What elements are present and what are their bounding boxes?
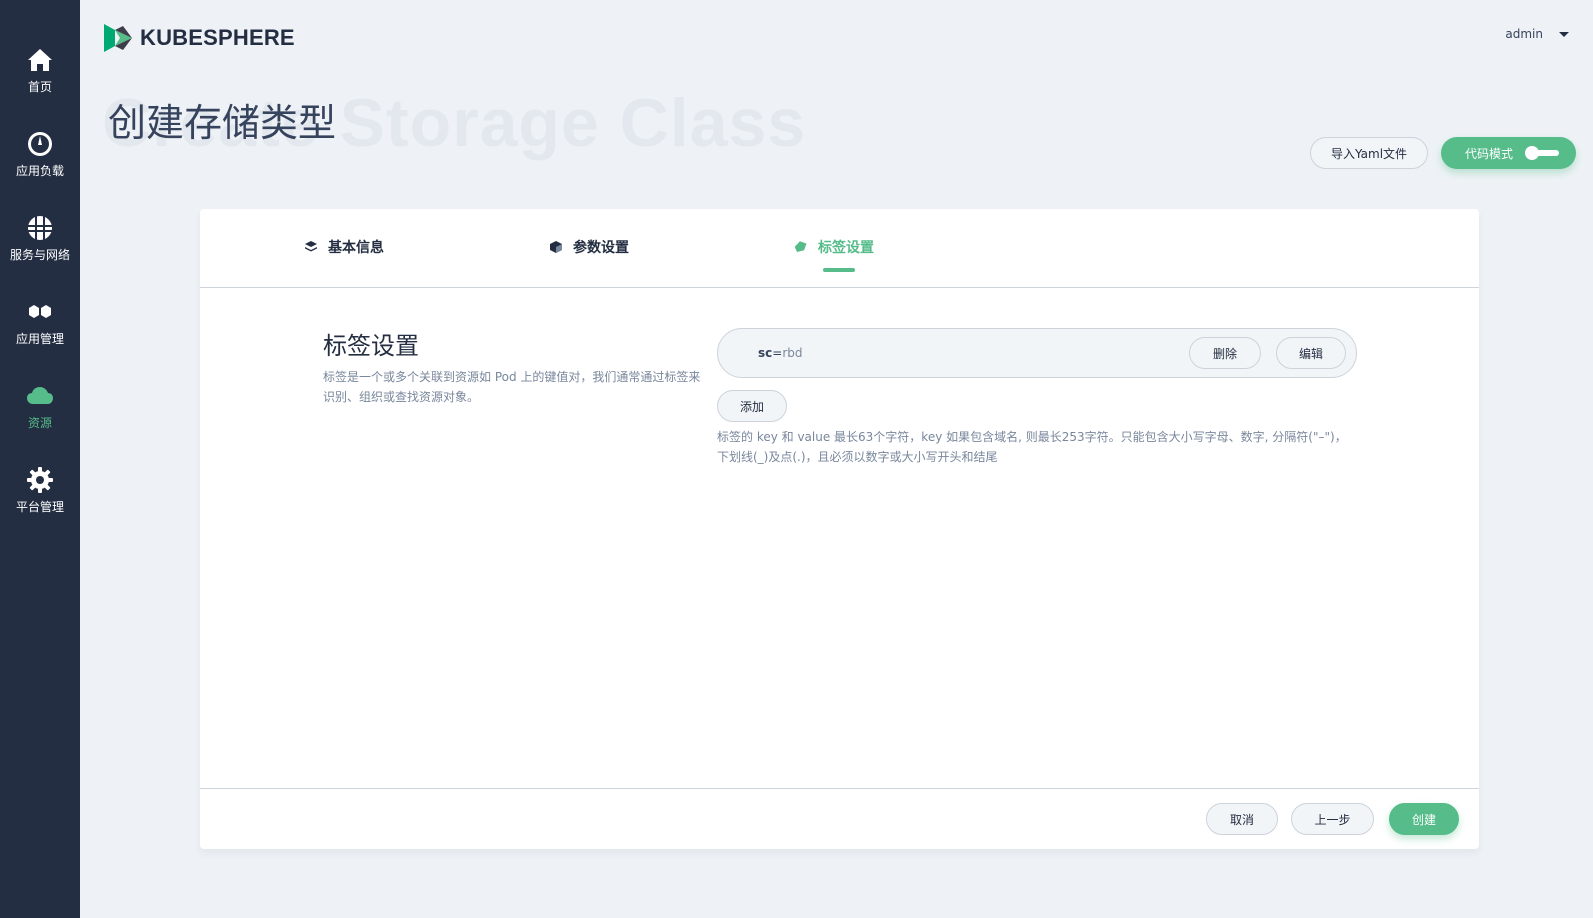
cancel-button[interactable]: 取消 bbox=[1206, 803, 1278, 835]
nav-resources[interactable]: 资源 bbox=[0, 382, 80, 452]
create-form-card: 基本信息 参数设置 标签设置 标签设置 标签是一个或多个关联到资源如 Pod 上… bbox=[200, 209, 1479, 849]
label-value: rbd bbox=[782, 346, 803, 360]
hexagons-icon bbox=[29, 305, 51, 318]
page-title: 创建存储类型 bbox=[108, 101, 337, 145]
nav-services-network[interactable]: 服务与网络 bbox=[0, 214, 80, 284]
section-description: 标签是一个或多个关联到资源如 Pod 上的键值对，我们通常通过标签来识别、组织或… bbox=[323, 370, 701, 404]
label-hint: 标签的 key 和 value 最长63个字符，key 如果包含域名, 则最长2… bbox=[717, 430, 1347, 464]
step-tabs: 基本信息 参数设置 标签设置 bbox=[200, 209, 1479, 288]
layers-icon bbox=[305, 241, 317, 252]
network-globe-icon bbox=[28, 216, 52, 240]
nav-home-label: 首页 bbox=[27, 80, 52, 94]
form-footer: 取消 上一步 创建 bbox=[200, 788, 1479, 849]
logo-text: KUBESPHERE bbox=[140, 25, 295, 50]
tab-parameters-label: 参数设置 bbox=[573, 240, 629, 256]
section-title: 标签设置 bbox=[323, 332, 419, 360]
create-button[interactable]: 创建 bbox=[1389, 803, 1459, 835]
toggle-switch-icon bbox=[1525, 146, 1559, 160]
nav-app-management[interactable]: 应用管理 bbox=[0, 298, 80, 368]
kubesphere-logo-icon bbox=[104, 24, 132, 52]
home-icon bbox=[28, 49, 52, 71]
sidebar: 首页 应用负载 服务与网络 应用管理 资源 平台管理 bbox=[0, 0, 80, 918]
user-menu[interactable]: admin bbox=[1505, 27, 1569, 41]
tab-basic-info-label: 基本信息 bbox=[328, 240, 384, 256]
tab-labels[interactable]: 标签设置 bbox=[794, 237, 874, 257]
cloud-icon bbox=[27, 387, 53, 404]
add-label-button[interactable]: 添加 bbox=[717, 390, 787, 422]
gear-icon bbox=[27, 467, 53, 493]
previous-step-button[interactable]: 上一步 bbox=[1291, 803, 1374, 835]
nav-app-workloads-label: 应用负载 bbox=[15, 164, 64, 178]
active-tab-indicator bbox=[823, 268, 855, 272]
tab-labels-label: 标签设置 bbox=[818, 240, 874, 256]
user-name: admin bbox=[1505, 27, 1543, 41]
tab-basic-info[interactable]: 基本信息 bbox=[304, 237, 384, 257]
nav-platform-management-label: 平台管理 bbox=[15, 500, 64, 514]
cube-icon bbox=[550, 241, 562, 253]
label-key: sc bbox=[758, 346, 773, 360]
nav-home[interactable]: 首页 bbox=[0, 46, 80, 116]
label-item: sc=rbd 删除 编辑 bbox=[717, 328, 1357, 378]
kubesphere-logo[interactable]: KUBESPHERE bbox=[103, 22, 295, 54]
nav-platform-management[interactable]: 平台管理 bbox=[0, 466, 80, 536]
nav-app-management-label: 应用管理 bbox=[15, 332, 64, 346]
delete-label-button[interactable]: 删除 bbox=[1189, 337, 1261, 369]
label-text: sc=rbd bbox=[758, 346, 803, 360]
tag-icon bbox=[794, 241, 807, 252]
import-yaml-button[interactable]: 导入Yaml文件 bbox=[1310, 137, 1428, 169]
code-mode-toggle[interactable]: 代码模式 bbox=[1441, 137, 1576, 169]
dashboard-icon bbox=[28, 132, 52, 156]
tab-parameters[interactable]: 参数设置 bbox=[549, 237, 629, 257]
edit-label-button[interactable]: 编辑 bbox=[1276, 337, 1346, 369]
nav-app-workloads[interactable]: 应用负载 bbox=[0, 130, 80, 200]
nav-resources-label: 资源 bbox=[27, 416, 52, 430]
chevron-down-icon bbox=[1559, 31, 1569, 37]
nav-services-network-label: 服务与网络 bbox=[9, 248, 70, 262]
code-mode-label: 代码模式 bbox=[1465, 146, 1514, 161]
